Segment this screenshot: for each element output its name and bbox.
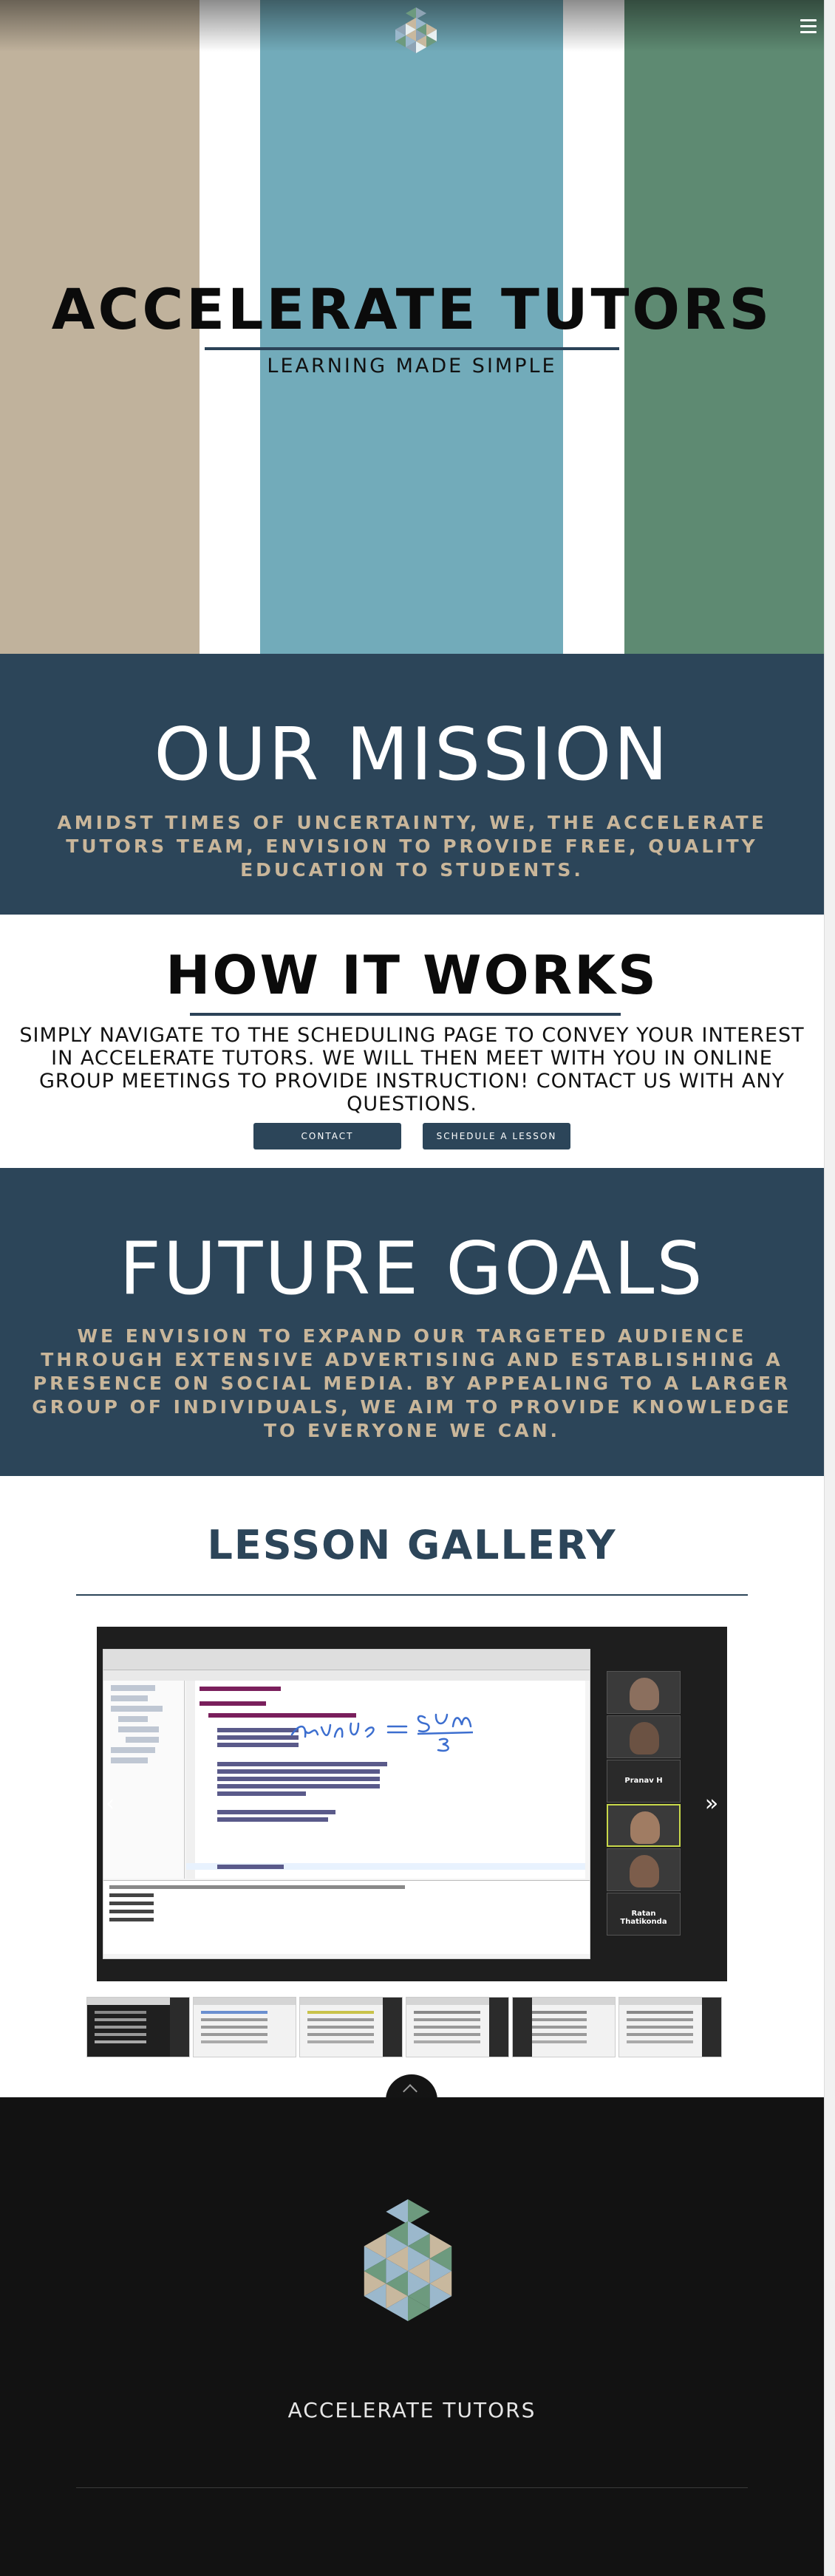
scroll-to-top-icon[interactable] (386, 2074, 437, 2100)
gallery-divider (76, 1594, 748, 1596)
future-goals-section: FUTURE GOALS WE ENVISION TO EXPAND OUR T… (0, 1168, 824, 1476)
gallery-prev-icon[interactable]: ‹ (101, 1789, 119, 1819)
gallery-next-icon[interactable]: » (703, 1789, 720, 1819)
footer-title: ACCELERATE TUTORS (287, 2398, 536, 2422)
lesson-gallery-heading: LESSON GALLERY (207, 1522, 617, 1568)
site-footer: ACCELERATE TUTORS (0, 2097, 824, 2576)
page-scrollbar[interactable] (824, 0, 835, 2576)
schedule-lesson-button[interactable]: SCHEDULE A LESSON (423, 1123, 570, 1149)
site-title: ACCELERATE TUTORS (51, 276, 773, 342)
participant-video-active (607, 1804, 681, 1847)
footer-divider (76, 2487, 748, 2488)
gallery-thumbnail[interactable] (299, 1997, 403, 2057)
gallery-thumbnail[interactable] (193, 1997, 296, 2057)
mission-text: AMIDST TIMES OF UNCERTAINTY, WE, THE ACC… (57, 812, 767, 881)
how-it-works-section: HOW IT WORKS SIMPLY NAVIGATE TO THE SCHE… (0, 915, 824, 1168)
how-it-works-divider (190, 1013, 621, 1016)
ide-console (103, 1880, 590, 1954)
ide-tabstrip (103, 1670, 590, 1681)
footer-logo-icon (364, 2199, 452, 2321)
contact-button[interactable]: CONTACT (253, 1123, 401, 1149)
future-goals-text: WE ENVISION TO EXPAND OUR TARGETED AUDIE… (32, 1325, 792, 1441)
logo-icon[interactable] (385, 7, 447, 81)
hero-divider (205, 347, 619, 350)
site-tagline: LEARNING MADE SIMPLE (267, 355, 557, 377)
participant-video: Pranav H (607, 1760, 681, 1803)
gallery-thumbnail[interactable] (86, 1997, 190, 2057)
gallery-thumbnail[interactable] (512, 1997, 616, 2057)
mission-heading: OUR MISSION (154, 713, 670, 797)
hero-section: ACCELERATE TUTORS LEARNING MADE SIMPLE (0, 0, 824, 654)
participant-video (607, 1715, 681, 1758)
future-goals-heading: FUTURE GOALS (119, 1227, 705, 1311)
how-it-works-heading: HOW IT WORKS (166, 944, 658, 1006)
gallery-thumbnail[interactable] (618, 1997, 722, 2057)
ide-project-tree (103, 1681, 185, 1879)
gallery-main-slide[interactable]: Pranav H Ratan Thatikonda ‹ » (97, 1627, 727, 1981)
gallery-thumbnail-strip (86, 1997, 723, 2057)
mission-section: OUR MISSION AMIDST TIMES OF UNCERTAINTY,… (0, 654, 824, 915)
handwritten-annotation (290, 1713, 474, 1752)
lesson-gallery-section: LESSON GALLERY Pranav H Ratan Thatikonda… (0, 1476, 824, 2100)
hamburger-menu-icon[interactable] (800, 19, 817, 34)
how-it-works-text: SIMPLY NAVIGATE TO THE SCHEDULING PAGE T… (19, 1024, 805, 1116)
participant-video (607, 1848, 681, 1891)
gallery-thumbnail[interactable] (406, 1997, 509, 2057)
ide-toolbar (103, 1650, 590, 1670)
participant-video (607, 1671, 681, 1714)
lesson-screenshot (103, 1649, 590, 1959)
participant-video: Ratan Thatikonda (607, 1893, 681, 1936)
